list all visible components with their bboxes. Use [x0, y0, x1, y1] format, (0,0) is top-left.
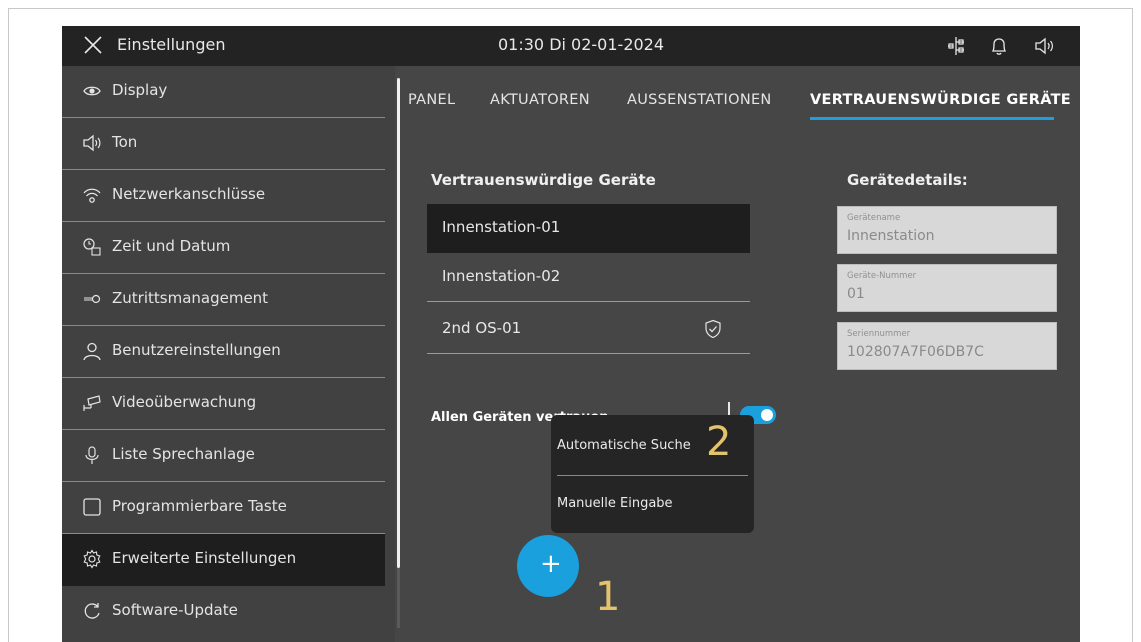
device-row-innenstation-02[interactable]: Innenstation-02: [427, 253, 750, 302]
sidebar-item-ton[interactable]: Ton: [62, 118, 385, 170]
tab-panel[interactable]: PANEL: [408, 92, 455, 108]
sidebar-item-zutritt[interactable]: Zutrittsmanagement: [62, 274, 385, 326]
sidebar-item-update[interactable]: Software-Update: [62, 586, 385, 638]
key-icon: [84, 294, 101, 304]
device-screen: Einstellungen 01:30 Di 02-01-2024 Displa…: [62, 26, 1080, 642]
toggle-knob: [761, 409, 773, 421]
sidebar-item-label: Display: [112, 81, 168, 99]
square-icon: [83, 498, 101, 516]
sidebar-item-display[interactable]: Display: [62, 66, 385, 118]
divider: [427, 353, 750, 354]
device-details-title: Gerätedetails:: [847, 171, 968, 189]
callout-number-1: 1: [595, 574, 621, 620]
user-icon: [83, 342, 101, 361]
sidebar-item-taste[interactable]: Programmierbare Taste: [62, 482, 385, 534]
refresh-icon: [84, 603, 100, 619]
close-icon[interactable]: [84, 36, 102, 54]
camera-icon: [83, 395, 101, 411]
sidebar-scrollbar-track: [397, 568, 400, 628]
device-row-2nd-os-01[interactable]: 2nd OS-01: [427, 305, 750, 354]
sidebar-item-label: Videoüberwachung: [112, 393, 257, 411]
sidebar-item-label: Erweiterte Einstellungen: [112, 549, 297, 567]
clock-calendar-icon: [83, 238, 101, 256]
serial-number-field: Seriennummer 102807A7F06DB7C: [837, 322, 1057, 370]
shield-check-icon: [705, 319, 721, 339]
wifi-icon: [83, 188, 101, 203]
clock-display: 01:30 Di 02-01-2024: [498, 35, 665, 54]
sidebar-item-label: Software-Update: [112, 601, 238, 619]
sidebar-scrollbar[interactable]: [397, 78, 400, 568]
device-name: 2nd OS-01: [442, 319, 522, 337]
device-number-field: Geräte-Nummer 01: [837, 264, 1057, 312]
sidebar-item-label: Netzwerkanschlüsse: [112, 185, 266, 203]
network-icon[interactable]: [945, 35, 967, 57]
callout-number-2: 2: [706, 419, 732, 465]
plus-icon: +: [540, 549, 562, 579]
microphone-icon: [85, 446, 99, 464]
field-label: Geräte-Nummer: [847, 271, 917, 281]
device-name-field: Gerätename Innenstation: [837, 206, 1057, 254]
gear-icon: [83, 549, 101, 569]
speaker-icon[interactable]: [1033, 35, 1055, 57]
trusted-devices-title: Vertrauenswürdige Geräte: [431, 171, 656, 189]
sidebar-item-label: Zutrittsmanagement: [112, 289, 269, 307]
field-value: 102807A7F06DB7C: [847, 344, 984, 360]
field-value: Innenstation: [847, 228, 935, 244]
sidebar-item-benutzer[interactable]: Benutzereinstellungen: [62, 326, 385, 378]
sidebar-item-netzwerk[interactable]: Netzwerkanschlüsse: [62, 170, 385, 222]
sidebar-item-label: Benutzereinstellungen: [112, 341, 281, 359]
divider: [427, 301, 750, 302]
bell-icon[interactable]: [988, 35, 1010, 57]
sidebar-item-label: Liste Sprechanlage: [112, 445, 255, 463]
add-device-button[interactable]: +: [517, 535, 579, 597]
device-name: Innenstation-02: [442, 267, 561, 285]
menu-item-manuelle-eingabe[interactable]: Manuelle Eingabe: [557, 496, 673, 511]
sidebar-item-label: Programmierbare Taste: [112, 497, 287, 515]
tab-aussenstationen[interactable]: AUSSENSTATIONEN: [627, 92, 772, 108]
sidebar-item-label: Ton: [112, 133, 138, 151]
device-row-innenstation-01[interactable]: Innenstation-01: [427, 204, 750, 253]
sidebar-item-video[interactable]: Videoüberwachung: [62, 378, 385, 430]
divider: [557, 475, 748, 476]
field-label: Seriennummer: [847, 329, 911, 339]
active-tab-indicator: [810, 117, 1054, 120]
field-value: 01: [847, 286, 865, 302]
device-name: Innenstation-01: [442, 218, 561, 236]
eye-icon: [83, 86, 101, 96]
sidebar-item-label: Zeit und Datum: [112, 237, 231, 255]
field-label: Gerätename: [847, 213, 901, 223]
page-title: Einstellungen: [117, 35, 226, 54]
tab-vertrauenswuerdige-geraete[interactable]: VERTRAUENSWÜRDIGE GERÄTE: [810, 92, 1071, 108]
sidebar-item-erweitert[interactable]: Erweiterte Einstellungen: [62, 534, 385, 586]
top-bar: Einstellungen 01:30 Di 02-01-2024: [62, 26, 1080, 66]
sidebar-item-zeit[interactable]: Zeit und Datum: [62, 222, 385, 274]
speaker-icon: [83, 134, 101, 152]
settings-sidebar: Display Ton Netzwerkanschlüsse Zeit und …: [62, 66, 395, 642]
tab-aktuatoren[interactable]: AKTUATOREN: [490, 92, 590, 108]
menu-item-automatische-suche[interactable]: Automatische Suche: [557, 438, 691, 453]
sidebar-item-sprechanlage[interactable]: Liste Sprechanlage: [62, 430, 385, 482]
